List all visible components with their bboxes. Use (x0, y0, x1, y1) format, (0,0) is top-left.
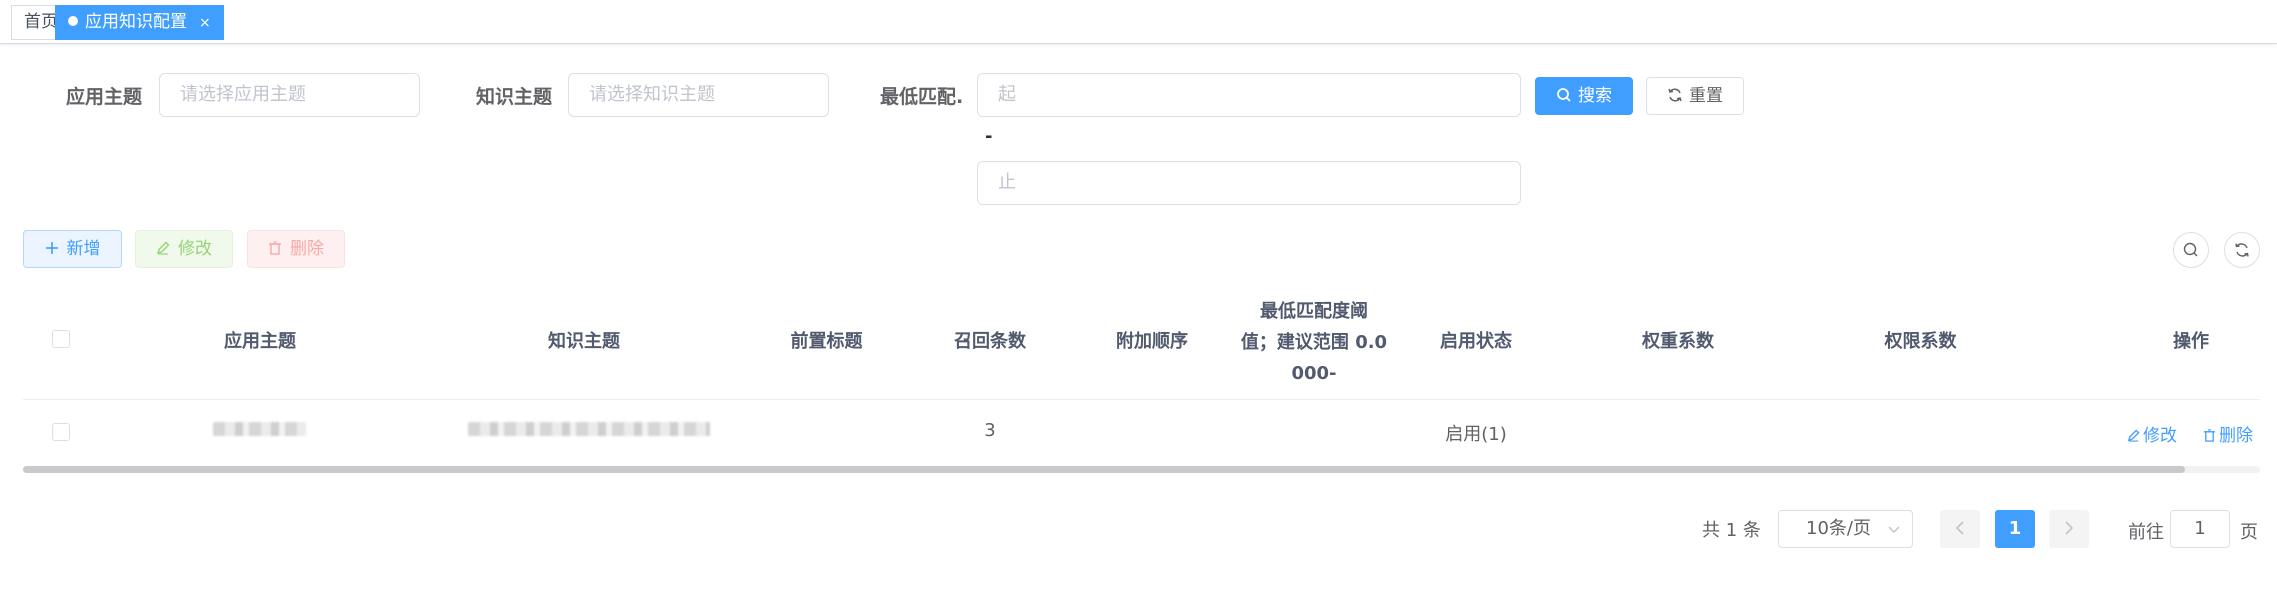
search-icon (2183, 242, 2198, 257)
col-weight[interactable]: 权重系数 (1557, 327, 1799, 353)
search-icon (1557, 88, 1571, 102)
horizontal-scrollbar-thumb[interactable] (23, 466, 2185, 473)
knowledge-topic-label: 知识主题 (476, 86, 553, 108)
col-permission[interactable]: 权限系数 (1799, 327, 2042, 353)
col-min-match-threshold[interactable]: 最低匹配度阈 值；建议范围 0.0 000- (1233, 296, 1395, 389)
min-match-end-input[interactable]: 止 (977, 161, 1521, 205)
col-status[interactable]: 启用状态 (1395, 327, 1557, 353)
edit-button[interactable]: 修改 (135, 230, 233, 268)
app-topic-select[interactable]: 请选择应用主题 (159, 73, 420, 117)
tags-view-bar: 首页 应用知识配置 × (0, 0, 2277, 44)
trash-icon (2203, 429, 2216, 442)
edit-button-label: 修改 (178, 239, 212, 259)
search-button-label: 搜索 (1578, 86, 1612, 106)
page-size-select[interactable]: 10条/页 (1778, 510, 1913, 548)
add-button-label: 新增 (66, 239, 101, 259)
reset-button-label: 重置 (1689, 86, 1723, 106)
refresh-table-button[interactable] (2224, 232, 2260, 268)
knowledge-topic-select[interactable]: 请选择知识主题 (568, 73, 829, 117)
knowledge-topic-cell-redacted (468, 422, 710, 436)
col-recall-count[interactable]: 召回条数 (909, 327, 1071, 353)
search-button[interactable]: 搜索 (1535, 77, 1633, 115)
recall-count-cell: 3 (984, 420, 996, 441)
delete-button-label: 删除 (290, 239, 324, 259)
select-all-checkbox[interactable] (52, 330, 70, 348)
trash-icon (269, 241, 281, 255)
col-append-order[interactable]: 附加顺序 (1071, 327, 1233, 353)
refresh-icon (1668, 88, 1682, 102)
page-number-1[interactable]: 1 (1995, 510, 2035, 548)
page-suffix-label: 页 (2240, 522, 2258, 543)
range-separator: - (985, 126, 993, 147)
app-topic-label: 应用主题 (66, 86, 143, 108)
status-cell: 启用(1) (1445, 424, 1507, 445)
row-delete-label: 删除 (2219, 426, 2253, 446)
close-icon[interactable]: × (199, 15, 211, 31)
tag-label: 应用知识配置 (85, 12, 187, 32)
edit-icon (2127, 429, 2140, 442)
table-row: 3 启用(1) 修改 删除 (23, 400, 2260, 466)
row-edit-link[interactable]: 修改 (2127, 421, 2177, 446)
row-delete-link[interactable]: 删除 (2203, 421, 2253, 446)
min-match-start-input[interactable]: 起 (977, 73, 1521, 117)
tag-app-knowledge-config[interactable]: 应用知识配置 × (55, 5, 224, 40)
chevron-down-icon (1888, 526, 1900, 534)
add-button[interactable]: 新增 (23, 230, 122, 268)
active-dot-icon (68, 16, 78, 26)
delete-button[interactable]: 删除 (247, 230, 345, 268)
row-checkbox[interactable] (52, 423, 70, 441)
row-edit-label: 修改 (2143, 426, 2177, 446)
col-knowledge-topic[interactable]: 知识主题 (484, 327, 684, 353)
pagination-total: 共 1 条 (1702, 520, 1761, 541)
horizontal-scrollbar-track[interactable] (23, 466, 2260, 473)
col-min-match-line2: 值；建议范围 0.0 (1240, 332, 1388, 353)
chevron-right-icon (2065, 521, 2074, 535)
chevron-left-icon (1955, 521, 1964, 535)
col-min-match-line3: 000- (1291, 363, 1337, 384)
goto-label: 前往 (2128, 522, 2164, 543)
page-size-value: 10条/页 (1806, 518, 1871, 539)
next-page-button[interactable] (2049, 510, 2089, 548)
col-actions: 操作 (2173, 331, 2209, 352)
app-topic-cell-redacted (213, 422, 306, 436)
plus-icon (45, 242, 58, 254)
col-app-topic[interactable]: 应用主题 (160, 327, 360, 353)
reset-button[interactable]: 重置 (1646, 77, 1744, 115)
refresh-icon (2235, 243, 2249, 257)
col-min-match-line1: 最低匹配度阈 (1260, 301, 1368, 322)
toggle-search-button[interactable] (2173, 232, 2209, 268)
edit-icon (156, 241, 170, 255)
prev-page-button[interactable] (1940, 510, 1980, 548)
goto-page-input[interactable]: 1 (2170, 510, 2230, 548)
col-prefix-title[interactable]: 前置标题 (740, 327, 913, 353)
min-match-label: 最低匹配. (880, 86, 964, 108)
